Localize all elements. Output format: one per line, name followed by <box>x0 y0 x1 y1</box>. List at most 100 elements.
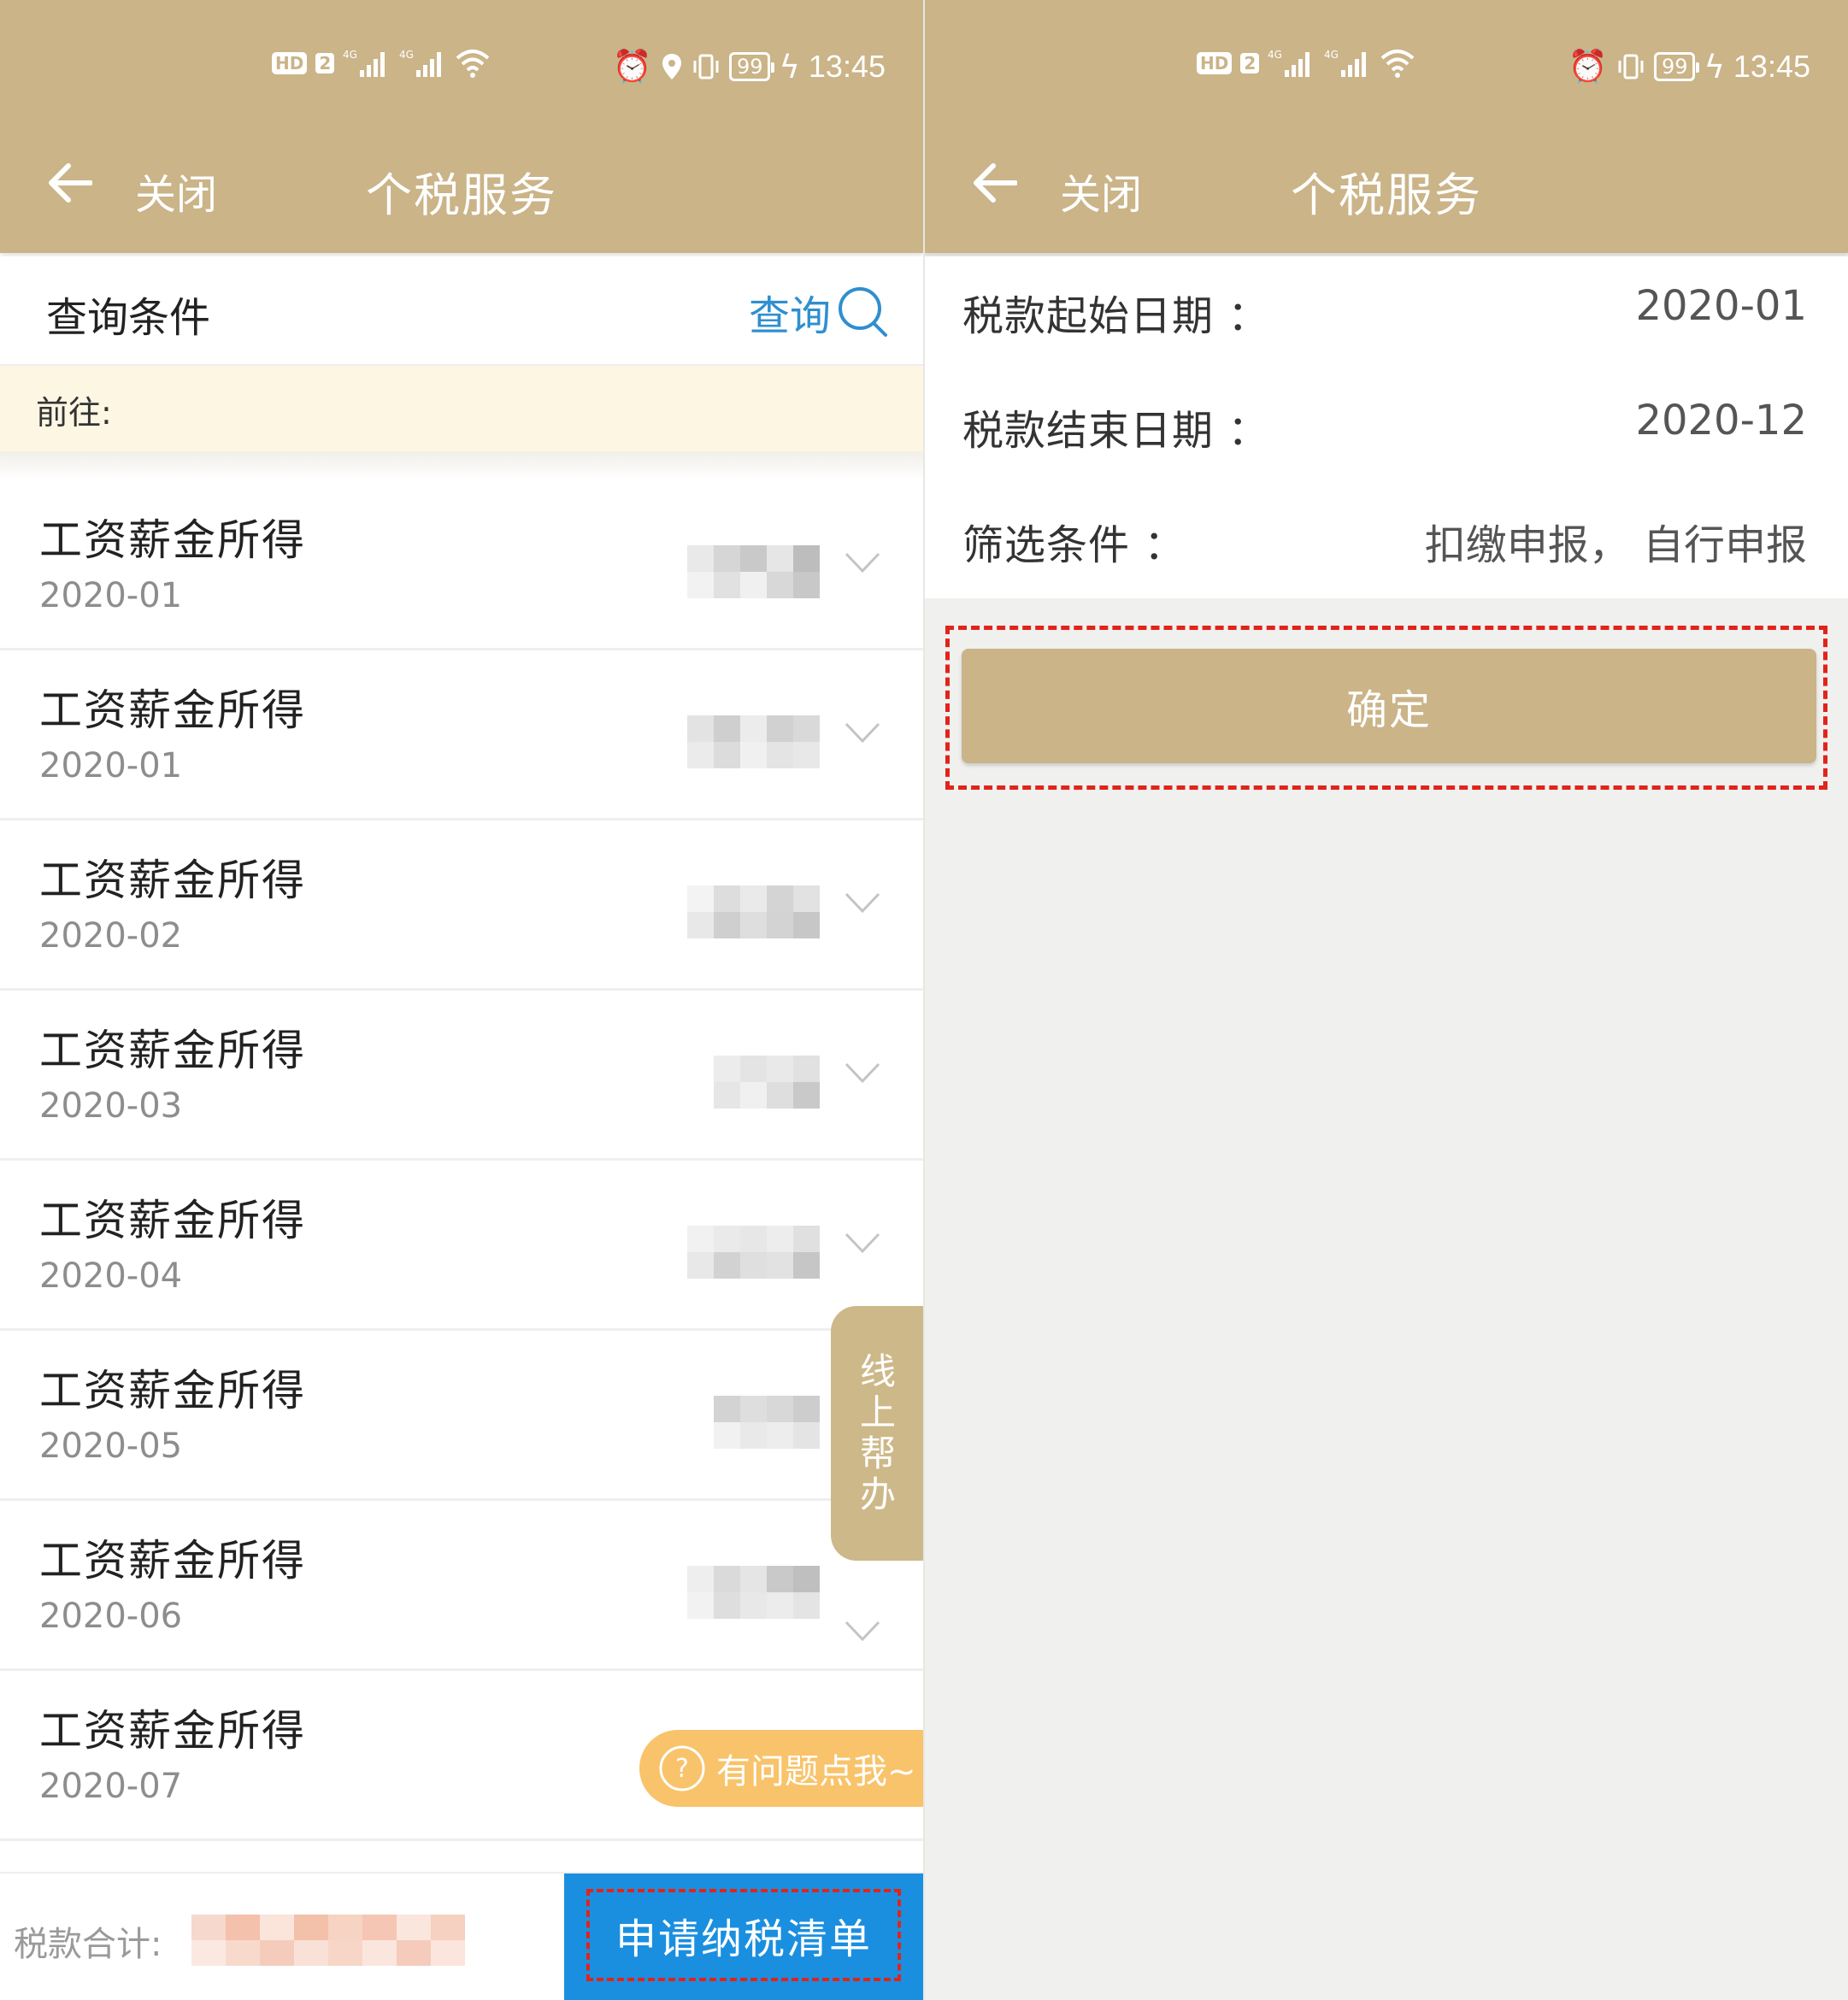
query-title: 查询条件 <box>46 294 211 342</box>
item-date: 2020-01 <box>39 576 183 615</box>
online-help-tab[interactable]: 线 上 帮 办 <box>831 1306 923 1561</box>
nav-bar: 关闭 个税服务 <box>0 145 923 222</box>
signal-icon: 4G <box>1324 49 1367 77</box>
status-bar: HD 2 4G 4G ⏰ 99 ϟ 13:45 <box>925 44 1848 87</box>
list-item[interactable]: 工资薪金所得 2020-02 <box>0 821 923 991</box>
query-button-label: 查询 <box>748 292 831 340</box>
bottom-bar: 税款合计: 申请纳税清单 <box>0 1872 923 2000</box>
item-title: 工资薪金所得 <box>39 1196 306 1245</box>
start-date-label: 税款起始日期 ： <box>962 292 1270 340</box>
clock: 13:45 <box>808 49 886 84</box>
hd-icon: HD <box>1197 52 1233 74</box>
start-date-value: 2020-01 <box>1635 282 1807 330</box>
item-title: 工资薪金所得 <box>39 515 306 565</box>
blurred-amount <box>687 885 821 942</box>
highlight-box: 确定 <box>945 626 1827 790</box>
filter-value: 扣缴申报， 自行申报 <box>1424 521 1807 569</box>
query-button[interactable]: 查询 <box>749 282 891 342</box>
item-date: 2020-05 <box>39 1426 183 1466</box>
blurred-tax-total <box>191 1915 465 1966</box>
apply-tax-list-label: 申请纳税清单 <box>615 1915 872 1963</box>
blurred-amount <box>687 1056 821 1112</box>
blurred-amount <box>687 1566 821 1622</box>
svg-text:4G: 4G <box>343 49 357 61</box>
left-screen: HD 2 4G 4G ⏰ 99 ϟ 13:45 关闭 个税服务 查询条件 查询 … <box>0 0 923 2000</box>
search-icon <box>839 287 887 337</box>
svg-text:4G: 4G <box>399 49 414 61</box>
page-title: 个税服务 <box>366 168 557 222</box>
list-item[interactable]: 工资薪金所得 2020-04 <box>0 1161 923 1331</box>
charging-icon: ϟ <box>1704 48 1725 85</box>
item-title: 工资薪金所得 <box>39 1026 306 1075</box>
app-header: HD 2 4G 4G ⏰ 99 ϟ 13:45 关闭 个税服务 <box>0 0 923 253</box>
item-date: 2020-01 <box>39 746 183 785</box>
chevron-down-icon[interactable] <box>845 1232 880 1255</box>
wifi-icon <box>1380 50 1415 78</box>
item-date: 2020-04 <box>39 1256 183 1296</box>
signal-icon: 4G <box>399 49 442 77</box>
filter-row[interactable]: 筛选条件 ： 扣缴申报， 自行申报 <box>925 485 1848 600</box>
item-date: 2020-02 <box>39 916 183 956</box>
item-date: 2020-06 <box>39 1597 183 1636</box>
item-title: 工资薪金所得 <box>39 1366 306 1415</box>
blurred-amount <box>687 545 821 602</box>
goto-bar[interactable]: 前往: <box>0 366 923 451</box>
location-icon <box>662 54 681 79</box>
sim-badge: 2 <box>315 53 335 74</box>
svg-text:?: ? <box>675 1754 689 1784</box>
hd-icon: HD <box>272 52 308 74</box>
goto-label: 前往: <box>36 394 112 432</box>
sim-badge: 2 <box>1240 53 1260 74</box>
highlight-box: 申请纳税清单 <box>586 1889 901 1981</box>
signal-icon: 4G <box>1268 49 1310 77</box>
item-title: 工资薪金所得 <box>39 1536 306 1585</box>
battery-icon: 99 <box>1653 52 1699 81</box>
tax-total-label: 税款合计: <box>14 1925 162 1964</box>
item-title: 工资薪金所得 <box>39 856 306 905</box>
item-date: 2020-03 <box>39 1086 183 1126</box>
signal-icon: 4G <box>343 49 385 77</box>
list-item[interactable]: 工资薪金所得 2020-06 <box>0 1501 923 1671</box>
app-header: HD 2 4G 4G ⏰ 99 ϟ 13:45 关闭 个税服务 <box>925 0 1848 253</box>
query-bar: 查询条件 查询 <box>0 256 923 366</box>
vibrate-icon <box>1618 54 1644 79</box>
list-item[interactable]: 工资薪金所得 2020-01 <box>0 650 923 821</box>
list-item[interactable]: 工资薪金所得 2020-05 <box>0 1331 923 1501</box>
filter-label: 筛选条件 ： <box>962 521 1186 569</box>
end-date-label: 税款结束日期 ： <box>962 407 1270 455</box>
item-title: 工资薪金所得 <box>39 685 306 735</box>
confirm-label: 确定 <box>1345 686 1432 734</box>
income-list: 工资薪金所得 2020-01 工资薪金所得 2020-01 工资薪金所得 202… <box>0 480 923 1841</box>
chevron-down-icon[interactable] <box>845 892 880 915</box>
chevron-down-icon[interactable] <box>845 1062 880 1085</box>
wifi-icon <box>456 50 490 78</box>
start-date-row[interactable]: 税款起始日期 ： 2020-01 <box>925 256 1848 371</box>
blurred-amount <box>687 1396 821 1452</box>
vibrate-icon <box>693 54 719 79</box>
ask-question-button[interactable]: ? 有问题点我~ <box>639 1730 923 1807</box>
svg-text:4G: 4G <box>1324 49 1339 61</box>
chevron-down-icon[interactable] <box>845 552 880 574</box>
chevron-down-icon[interactable] <box>845 722 880 744</box>
apply-tax-list-button[interactable]: 申请纳税清单 <box>564 1874 923 2000</box>
question-icon: ? <box>659 1745 705 1791</box>
ask-question-label: 有问题点我~ <box>716 1752 916 1791</box>
nav-bar: 关闭 个税服务 <box>925 145 1848 222</box>
end-date-row[interactable]: 税款结束日期 ： 2020-12 <box>925 371 1848 485</box>
alarm-icon: ⏰ <box>1568 48 1608 85</box>
right-screen: HD 2 4G 4G ⏰ 99 ϟ 13:45 关闭 个税服务 税款起始日期 ：… <box>925 0 1848 2000</box>
alarm-icon: ⏰ <box>612 48 652 85</box>
list-item[interactable]: 工资薪金所得 2020-01 <box>0 480 923 650</box>
battery-icon: 99 <box>728 52 774 81</box>
confirm-button[interactable]: 确定 <box>962 649 1816 763</box>
clock: 13:45 <box>1733 49 1810 84</box>
page-title: 个税服务 <box>1291 168 1482 222</box>
item-date: 2020-07 <box>39 1767 183 1806</box>
item-title: 工资薪金所得 <box>39 1706 306 1756</box>
end-date-value: 2020-12 <box>1635 397 1807 444</box>
status-bar: HD 2 4G 4G ⏰ 99 ϟ 13:45 <box>0 44 923 87</box>
charging-icon: ϟ <box>779 48 800 85</box>
filter-form: 税款起始日期 ： 2020-01 税款结束日期 ： 2020-12 筛选条件 ：… <box>925 256 1848 598</box>
list-item[interactable]: 工资薪金所得 2020-03 <box>0 991 923 1161</box>
chevron-down-icon[interactable] <box>845 1621 880 1643</box>
